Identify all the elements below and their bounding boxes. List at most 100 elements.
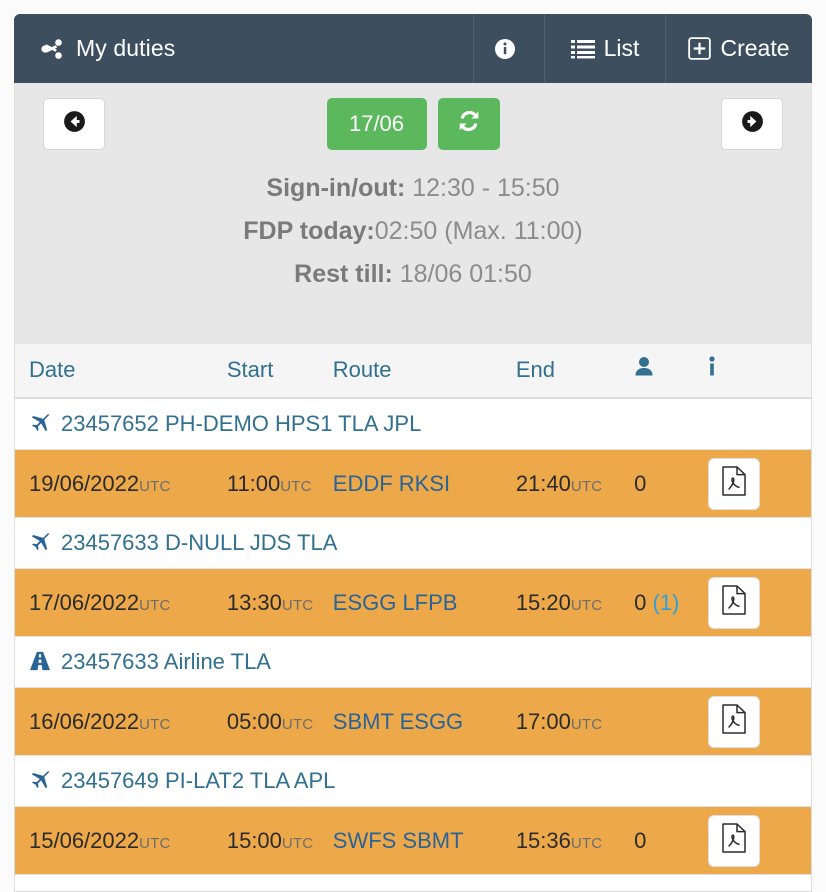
duty-group-text: 23457649 PI-LAT2 TLA APL [61,768,336,793]
table-row[interactable]: 17/06/2022UTC 13:30UTC ESGG LFPB 15:20UTC 0 … [15,568,811,637]
signinout-line: Sign-in/out: 12:30 - 15:50 [15,167,811,210]
cell-route[interactable]: SBMT ESGG [332,687,516,756]
create-button[interactable]: Create [665,14,812,83]
arrow-circle-left-icon [62,109,87,139]
download-pdf-button[interactable] [708,814,761,867]
previous-day-button[interactable] [43,98,105,150]
duties-table-container: Date Start Route End 23457652 PH-DEMO HP… [14,344,812,892]
fdp-label: FDP today: [243,217,375,245]
duty-group-text: 23457633 D-NULL JDS TLA [61,530,338,555]
route-link[interactable]: EDDF RKSI [333,471,450,496]
duty-group-row[interactable]: 23457633 Airline TLA [15,636,811,688]
column-header-start[interactable]: Start [226,344,333,399]
plus-square-icon [688,37,712,60]
refresh-button[interactable] [437,98,500,150]
info-button[interactable] [473,14,544,83]
refresh-icon [456,108,482,140]
table-row[interactable]: 15/06/2022UTC 15:00UTC SWFS SBMT 15:36UTC 0 [15,806,811,875]
date-utc-suffix: UTC [139,834,171,852]
plane-icon [29,768,51,790]
cell-pax: 0 [634,806,709,875]
duty-group-row[interactable]: 23457649 PI-LAT2 TLA APL [15,755,811,807]
duties-panel: My duties List Create 17/06 Sign-in/out:… [14,14,812,892]
user-icon [634,357,654,383]
signinout-label: Sign-in/out: [266,174,406,202]
rest-value: 18/06 01:50 [392,260,532,288]
cell-start: 11:00UTC [226,449,333,518]
cell-start: 15:00UTC [226,806,333,875]
column-header-pax[interactable] [634,344,709,399]
table-row-partial-cell [15,874,811,891]
column-header-date[interactable]: Date [15,344,227,399]
cell-document [708,568,811,637]
page-title-label: My duties [76,35,176,61]
cell-date: 19/06/2022UTC [15,449,227,518]
end-utc-suffix: UTC [570,596,603,614]
plane-icon [29,411,51,433]
duty-group-label: 23457649 PI-LAT2 TLA APL [15,755,811,807]
start-utc-suffix: UTC [280,477,312,495]
table-row[interactable]: 16/06/2022UTC 05:00UTC SBMT ESGG 17:00UTC [15,687,811,756]
duty-group-row[interactable]: 23457633 D-NULL JDS TLA [15,517,811,569]
download-pdf-button[interactable] [708,695,761,748]
list-icon [570,39,595,59]
download-pdf-button[interactable] [708,576,761,629]
file-pdf-icon [721,465,747,502]
duty-group-row[interactable]: 23457652 PH-DEMO HPS1 TLA JPL [15,398,811,450]
cell-end: 15:36UTC [515,806,635,875]
table-row[interactable]: 19/06/2022UTC 11:00UTC EDDF RKSI 21:40UTC 0 [15,449,811,518]
cell-route[interactable]: EDDF RKSI [332,449,516,518]
cell-route[interactable]: SWFS SBMT [332,806,516,875]
route-link[interactable]: SBMT ESGG [333,709,463,734]
end-utc-suffix: UTC [570,715,603,733]
page-title: My duties [14,14,473,83]
end-utc-suffix: UTC [570,834,603,852]
cell-route[interactable]: ESGG LFPB [332,568,516,637]
duty-summary-panel: 17/06 Sign-in/out: 12:30 - 15:50 FDP tod… [14,83,812,344]
panel-header: My duties List Create [14,14,812,83]
route-link[interactable]: SWFS SBMT [333,828,464,853]
date-navigation: 17/06 [15,83,811,150]
date-utc-suffix: UTC [139,477,171,495]
cell-end: 15:20UTC [515,568,635,637]
column-header-route[interactable]: Route [332,344,516,399]
cell-date: 16/06/2022UTC [15,687,227,756]
current-date-button[interactable]: 17/06 [326,98,427,150]
fdp-value: 02:50 (Max. 11:00) [374,217,583,245]
duty-group-label: 23457652 PH-DEMO HPS1 TLA JPL [15,398,811,450]
start-utc-suffix: UTC [281,834,314,852]
duties-table: Date Start Route End 23457652 PH-DEMO HP… [15,344,811,891]
info-circle-icon [493,37,517,61]
start-utc-suffix: UTC [281,596,314,614]
download-pdf-button[interactable] [708,457,761,510]
column-header-end[interactable]: End [515,344,635,399]
cell-end: 21:40UTC [515,449,635,518]
duty-group-label: 23457633 Airline TLA [15,636,811,688]
plane-icon [29,530,51,552]
next-day-button[interactable] [721,98,783,150]
date-controls: 17/06 [105,98,721,150]
cell-date: 17/06/2022UTC [15,568,227,637]
road-icon [29,651,51,671]
cell-start: 13:30UTC [226,568,333,637]
duties-table-body: 23457652 PH-DEMO HPS1 TLA JPL 19/06/2022U… [15,398,811,891]
rest-label: Rest till: [294,260,393,288]
cell-pax: 0 (1) [634,568,709,637]
duty-summary-text: Sign-in/out: 12:30 - 15:50 FDP today:02:… [15,145,811,296]
column-header-doc[interactable] [708,344,811,399]
cell-end: 17:00UTC [515,687,635,756]
signinout-value: 12:30 - 15:50 [405,174,560,202]
pax-extra-link[interactable]: (1) [652,590,679,615]
cell-date: 15/06/2022UTC [15,806,227,875]
list-button[interactable]: List [544,14,665,83]
route-link[interactable]: ESGG LFPB [333,590,458,615]
file-pdf-icon [721,822,747,859]
duty-group-text: 23457633 Airline TLA [61,649,271,674]
share-alt-icon [40,37,64,61]
file-pdf-icon [721,584,747,621]
start-utc-suffix: UTC [281,715,314,733]
cell-pax [634,687,709,756]
table-header-row: Date Start Route End [15,344,811,399]
cell-pax: 0 [634,449,709,518]
date-utc-suffix: UTC [139,715,171,733]
